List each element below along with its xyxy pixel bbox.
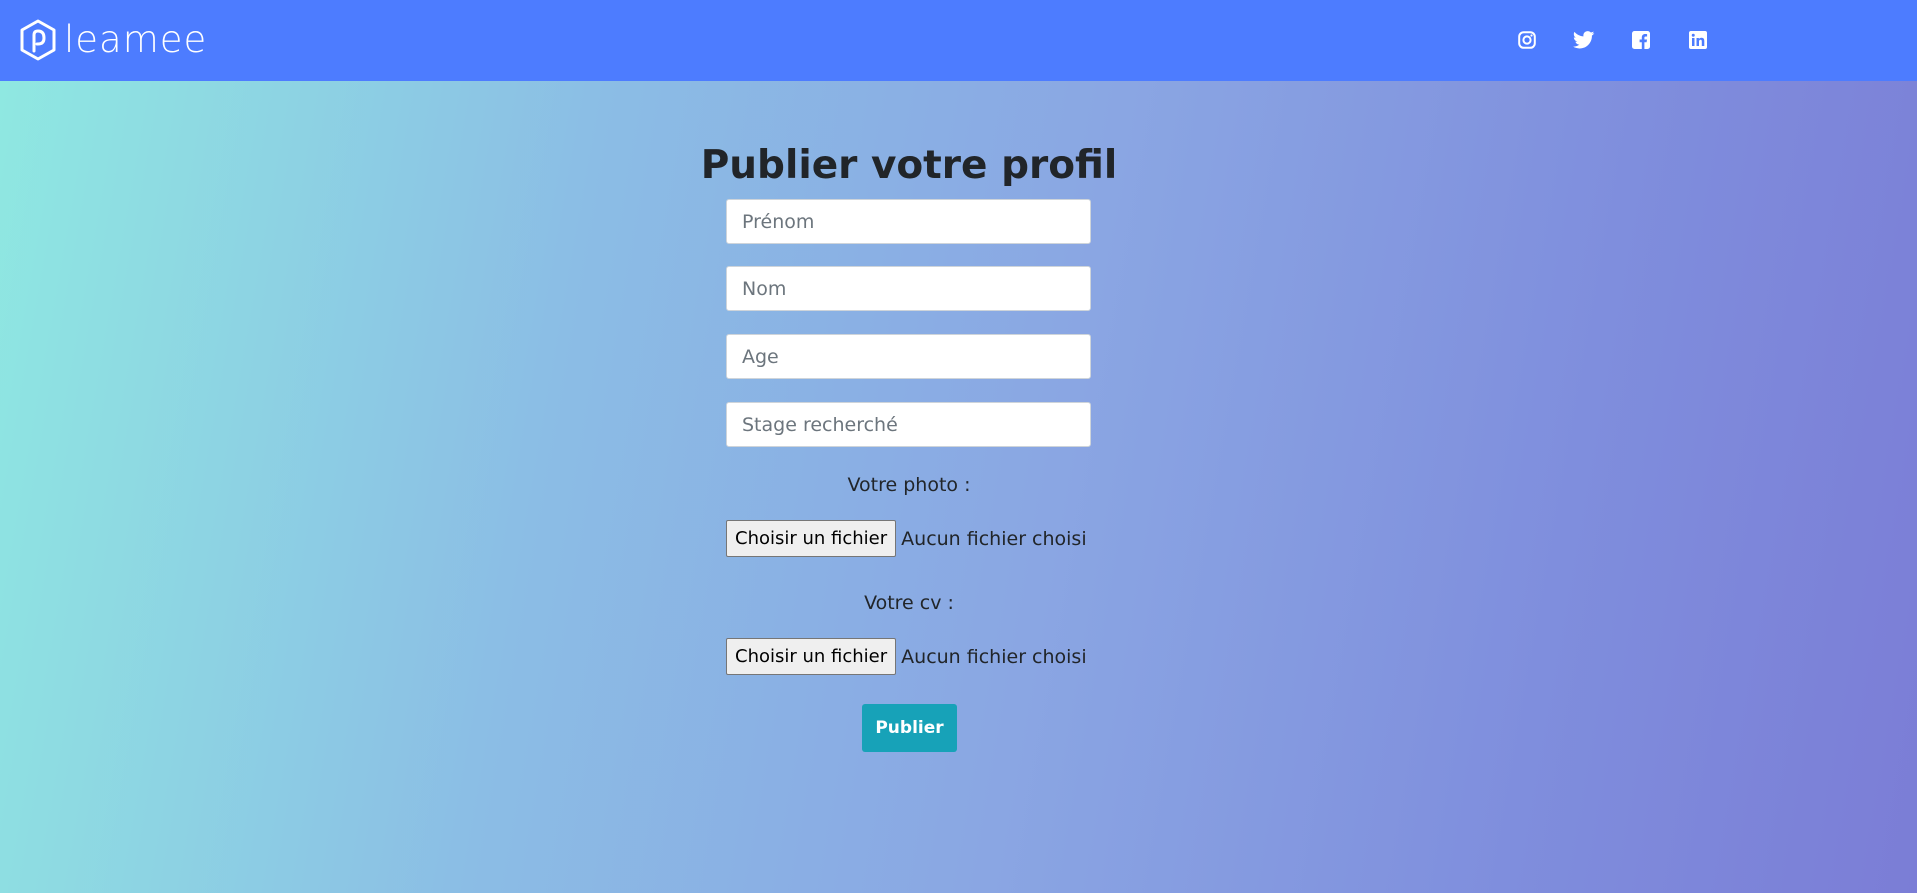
last-name-input[interactable] — [726, 266, 1091, 311]
twitter-link[interactable] — [1573, 29, 1595, 51]
facebook-icon — [1632, 31, 1650, 49]
photo-file-picker: Choisir un fichier Aucun fichier choisi — [726, 520, 1087, 557]
navbar: leamee — [0, 0, 1917, 81]
cv-choose-file-button[interactable]: Choisir un fichier — [726, 638, 897, 675]
facebook-link[interactable] — [1630, 29, 1652, 51]
social-links — [1516, 29, 1744, 51]
twitter-icon — [1573, 31, 1595, 49]
first-name-input[interactable] — [726, 199, 1091, 244]
instagram-icon — [1518, 31, 1536, 49]
age-input[interactable] — [726, 334, 1091, 379]
instagram-link[interactable] — [1516, 29, 1538, 51]
cv-file-picker: Choisir un fichier Aucun fichier choisi — [726, 638, 1087, 675]
brand-logo-link[interactable]: leamee — [20, 18, 207, 62]
page-title: Publier votre profil — [700, 143, 1118, 188]
photo-file-status: Aucun fichier choisi — [901, 527, 1087, 550]
linkedin-icon — [1689, 31, 1707, 49]
photo-label: Votre photo : — [847, 474, 971, 496]
publish-button[interactable]: Publier — [862, 704, 957, 752]
cv-file-status: Aucun fichier choisi — [901, 645, 1087, 668]
linkedin-link[interactable] — [1687, 29, 1709, 51]
brand-logo-icon — [20, 19, 56, 61]
photo-choose-file-button[interactable]: Choisir un fichier — [726, 520, 897, 557]
internship-input[interactable] — [726, 402, 1091, 447]
cv-label: Votre cv : — [864, 592, 954, 614]
brand-name: leamee — [64, 18, 208, 61]
